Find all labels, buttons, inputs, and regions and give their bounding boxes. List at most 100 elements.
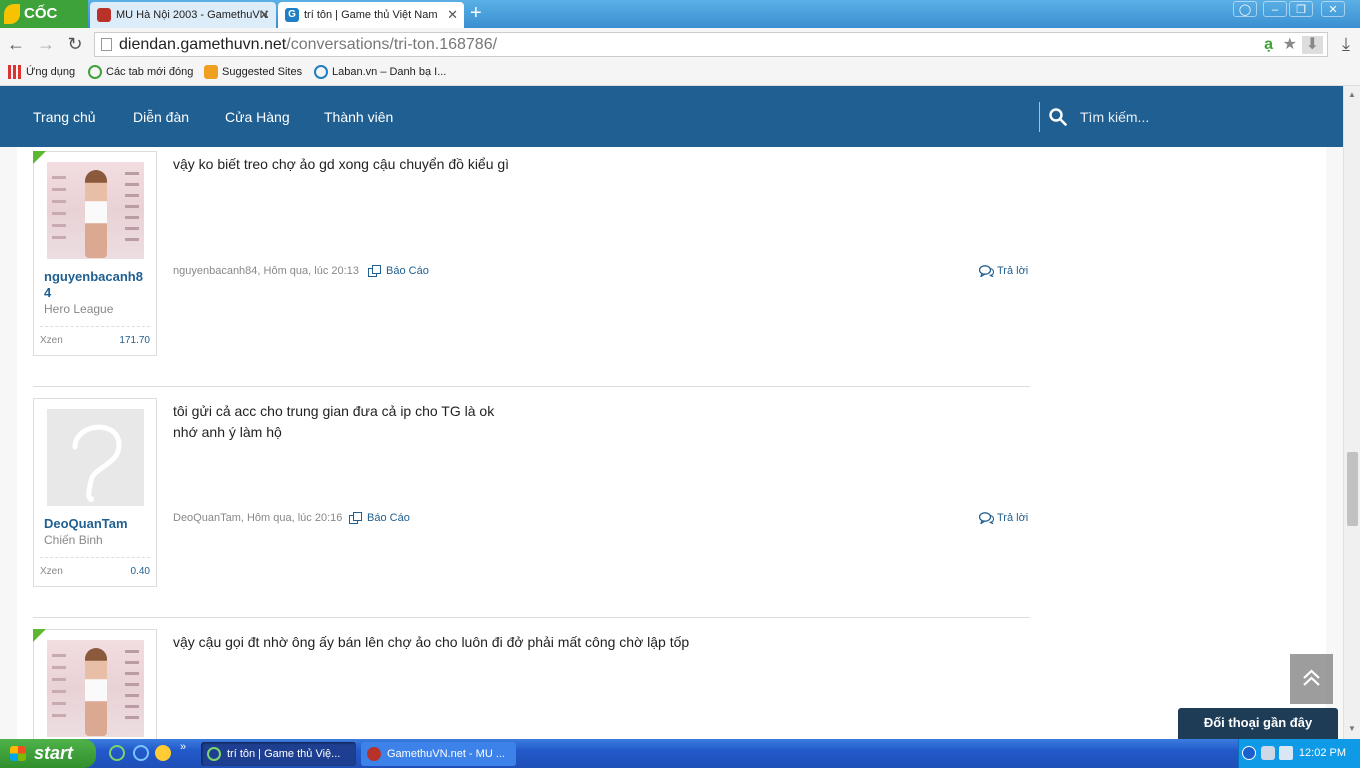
reload-button[interactable]: ↻	[63, 32, 87, 56]
user-title: Chiến Binh	[44, 533, 103, 547]
taskbar-item-gamethuvn-mu[interactable]: GamethuVN.net - MU ...	[361, 742, 516, 766]
address-bar[interactable]: diendan.gamethuvn.net/conversations/tri-…	[94, 32, 1328, 57]
scroll-up-arrow-icon[interactable]: ▲	[1348, 90, 1356, 99]
browser-chrome: CỐC CỐC MU Hà Nội 2003 - GamethuVN ✕ G t…	[0, 0, 1360, 86]
task-label: GamethuVN.net - MU ...	[387, 748, 505, 760]
coccoc-typing-icon[interactable]: ạ	[1264, 36, 1273, 54]
mu-favicon-icon	[97, 8, 111, 22]
nav-home[interactable]: Trang chủ	[33, 108, 96, 126]
page-scrollbar[interactable]: ▲ ▼	[1343, 86, 1360, 739]
message-post: DeoQuanTam Chiến Binh Xzen 0.40 tôi gửi c…	[33, 398, 1030, 618]
suggested-sites-icon	[204, 65, 218, 79]
downloads-icon[interactable]: ⤓	[1334, 32, 1358, 56]
bookmark-apps[interactable]: Ứng dụng	[8, 65, 75, 79]
scroll-down-arrow-icon[interactable]: ▼	[1348, 724, 1356, 733]
start-label: start	[34, 743, 74, 763]
coccoc-logo[interactable]: CỐC CỐC	[0, 0, 88, 50]
tab-strip: CỐC CỐC MU Hà Nội 2003 - GamethuVN ✕ G t…	[0, 0, 1360, 50]
avatar[interactable]	[47, 162, 144, 259]
scroll-to-top-button[interactable]	[1290, 654, 1333, 704]
message-body: vậy cậu gọi đt nhờ ông ấy bán lên chợ ảo…	[173, 632, 1023, 653]
coccoc-task-icon	[207, 747, 221, 761]
taskbar-item-tri-ton[interactable]: trí tôn | Game thủ Việ...	[201, 742, 356, 766]
coccoc-quicklaunch-icon[interactable]	[109, 745, 125, 761]
apps-grid-icon	[8, 65, 22, 79]
tab-tri-ton[interactable]: G trí tôn | Game thủ Việt Nam ✕	[278, 2, 464, 28]
download-video-icon[interactable]: ⬇	[1301, 36, 1323, 54]
minimize-button[interactable]: –	[1263, 1, 1287, 17]
search-input[interactable]	[1080, 106, 1330, 128]
bookmark-laban[interactable]: Laban.vn – Danh bạ I...	[314, 65, 446, 79]
scroll-thumb[interactable]	[1347, 452, 1358, 526]
new-tab-button[interactable]: +	[470, 3, 482, 23]
forward-button[interactable]: →	[34, 32, 58, 56]
back-button[interactable]: ←	[4, 32, 28, 56]
nav-forums[interactable]: Diễn đàn	[133, 108, 189, 126]
report-link[interactable]: Báo Cáo	[349, 511, 410, 525]
post-divider	[33, 386, 1030, 387]
laban-icon	[314, 65, 328, 79]
recent-tabs-icon	[88, 65, 102, 79]
message-post: vậy cậu gọi đt nhờ ông ấy bán lên chợ ảo…	[33, 629, 1030, 739]
user-title: Hero League	[44, 302, 114, 316]
report-label: Báo Cáo	[386, 265, 429, 277]
messenger-quicklaunch-icon[interactable]	[155, 745, 171, 761]
stat-value: 0.40	[130, 566, 150, 577]
avatar[interactable]	[47, 409, 144, 506]
message-line: nhớ anh ý làm hộ	[173, 424, 282, 440]
reply-link[interactable]: Trả lời	[979, 511, 1028, 525]
bookmark-recent-tabs[interactable]: Các tab mới đóng	[88, 65, 193, 79]
site-navbar: Trang chủ Diễn đàn Cửa Hàng Thành viên	[0, 86, 1343, 147]
user-card: nguyenbacanh84 Hero League Xzen 171.70	[33, 151, 157, 356]
gamethuvn-favicon-icon: G	[285, 8, 299, 22]
user-card: DeoQuanTam Chiến Binh Xzen 0.40	[33, 398, 157, 587]
post-divider	[33, 617, 1030, 618]
bookmark-label: Laban.vn – Danh bạ I...	[332, 66, 447, 78]
reply-link[interactable]: Trả lời	[979, 264, 1028, 278]
report-label: Báo Cáo	[367, 512, 410, 524]
volume-icon[interactable]	[1279, 746, 1293, 760]
start-button[interactable]: start	[0, 739, 96, 768]
bookmark-label: Các tab mới đóng	[106, 66, 194, 78]
message-meta[interactable]: DeoQuanTam, Hôm qua, lúc 20:16	[173, 511, 342, 525]
bookmark-suggested-sites[interactable]: Suggested Sites	[204, 65, 302, 79]
user-stat: Xzen 171.70	[40, 326, 150, 347]
ie-quicklaunch-icon[interactable]	[133, 745, 149, 761]
nav-members[interactable]: Thành viên	[324, 108, 393, 126]
tab-close-icon[interactable]: ✕	[447, 2, 458, 28]
restore-button[interactable]: ❐	[1289, 1, 1313, 17]
search-icon[interactable]	[1049, 108, 1067, 126]
double-chevron-up-icon	[1303, 669, 1320, 686]
nav-store[interactable]: Cửa Hàng	[225, 108, 290, 126]
message-meta[interactable]: nguyenbacanh84, Hôm qua, lúc 20:13	[173, 264, 359, 278]
url-host: diendan.gamethuvn.net	[119, 36, 287, 53]
tab-mu-hanoi[interactable]: MU Hà Nội 2003 - GamethuVN ✕	[90, 2, 276, 28]
mu-task-icon	[367, 747, 381, 761]
tab-close-icon[interactable]: ✕	[259, 2, 270, 28]
system-tray: 12:02 PM	[1238, 739, 1360, 768]
stat-value: 171.70	[119, 335, 150, 346]
username[interactable]: nguyenbacanh84	[44, 269, 144, 301]
message-body: tôi gửi cả acc cho trung gian đưa cả ip …	[173, 401, 1023, 443]
report-link[interactable]: Báo Cáo	[368, 264, 429, 278]
report-icon	[349, 512, 362, 524]
reply-label: Trả lời	[997, 265, 1029, 277]
close-window-button[interactable]: ✕	[1321, 1, 1345, 17]
network-icon[interactable]	[1261, 746, 1275, 760]
clock[interactable]: 12:02 PM	[1299, 739, 1346, 768]
bookmark-star-icon[interactable]: ★	[1283, 36, 1297, 54]
bookmark-label: Ứng dụng	[26, 66, 76, 78]
stat-label: Xzen	[40, 566, 63, 577]
report-icon	[368, 265, 381, 277]
leaf-icon	[4, 4, 20, 24]
windows-taskbar: start » trí tôn | Game thủ Việ... Gameth…	[0, 739, 1360, 768]
avatar[interactable]	[47, 640, 144, 737]
tray-expand-icon[interactable]	[1242, 746, 1256, 760]
username[interactable]: DeoQuanTam	[44, 516, 144, 532]
profile-icon[interactable]: ◯	[1233, 1, 1257, 17]
recent-conversations-button[interactable]: Đối thoại gần đây	[1178, 708, 1338, 739]
quicklaunch-more-icon[interactable]: »	[180, 741, 186, 753]
conversation-content: nguyenbacanh84 Hero League Xzen 171.70 vậ…	[17, 147, 1326, 739]
url-path: /conversations/tri-ton.168786/	[286, 36, 498, 53]
search-divider	[1039, 102, 1040, 132]
